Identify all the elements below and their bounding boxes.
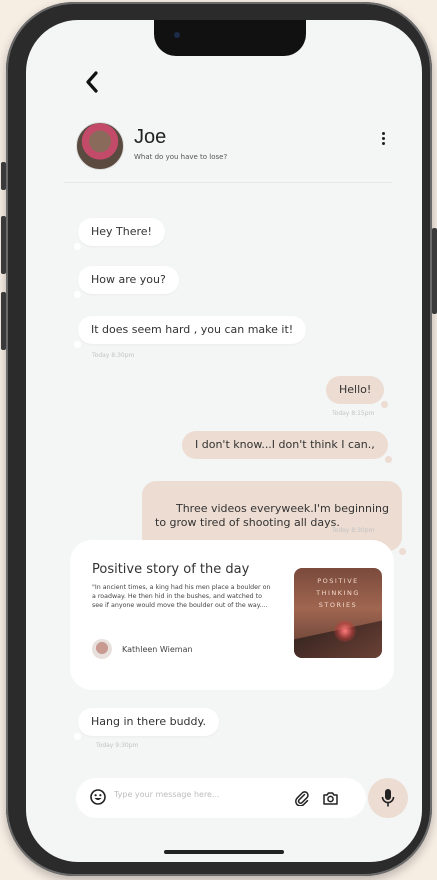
cover-caption-line: POSITIVE — [317, 577, 359, 585]
cover-caption-line: THINKING — [316, 589, 360, 597]
story-excerpt: "In ancient times, a king had his men pl… — [92, 584, 271, 609]
message-text: How are you? — [91, 273, 166, 286]
emoji-icon[interactable] — [90, 789, 106, 805]
contact-avatar[interactable] — [76, 122, 124, 170]
back-button[interactable] — [84, 70, 100, 100]
chevron-left-icon — [86, 71, 98, 93]
message-timestamp: Today 8:15pm — [332, 410, 375, 417]
message-text: It does seem hard , you can make it! — [91, 323, 294, 336]
story-cover-image[interactable]: POSITIVE THINKING STORIES — [294, 568, 382, 658]
mute-switch — [1, 162, 6, 190]
front-camera — [174, 32, 180, 38]
message-text: Hang in there buddy. — [91, 715, 206, 728]
paperclip-icon[interactable] — [294, 790, 310, 806]
more-vertical-icon[interactable] — [382, 132, 385, 145]
message-incoming[interactable]: Hey There! — [74, 218, 165, 250]
message-text: I don't know...I don't think I can., — [195, 438, 375, 451]
story-card[interactable]: Positive story of the day "In ancient ti… — [70, 540, 394, 690]
message-outgoing[interactable]: Hello! — [326, 376, 389, 408]
author-name: Kathleen Wieman — [122, 645, 193, 654]
notch — [154, 20, 306, 56]
message-text: Hello! — [339, 383, 372, 396]
message-text: Hey There! — [91, 225, 152, 238]
contact-status: What do you have to lose? — [134, 153, 228, 161]
voice-record-button[interactable] — [368, 778, 408, 818]
volume-down-button — [1, 292, 6, 350]
message-composer — [76, 778, 366, 818]
message-input[interactable] — [114, 790, 264, 799]
camera-icon[interactable] — [322, 790, 339, 806]
volume-up-button — [1, 216, 6, 274]
cover-caption-line: STORIES — [318, 601, 358, 609]
cover-light — [334, 620, 356, 642]
home-indicator[interactable] — [164, 850, 284, 854]
cover-caption: POSITIVE THINKING STORIES — [294, 575, 382, 611]
message-timestamp: Today 8:30pm — [92, 352, 135, 359]
microphone-icon — [381, 789, 395, 807]
header-divider — [64, 182, 392, 183]
message-timestamp: Today 8:30pm — [332, 527, 375, 534]
contact-name: Joe — [134, 126, 167, 148]
message-incoming[interactable]: How are you? — [74, 266, 179, 298]
message-text: Three videos everyweek.I'm beginning to … — [155, 502, 389, 529]
power-button — [432, 228, 437, 314]
story-title: Positive story of the day — [92, 562, 250, 577]
phone-frame: Joe What do you have to lose? Hey There!… — [1, 2, 437, 876]
app-screen: Joe What do you have to lose? Hey There!… — [26, 20, 422, 862]
message-timestamp: Today 9:30pm — [96, 742, 139, 749]
author-avatar — [92, 639, 112, 659]
message-outgoing[interactable]: I don't know...I don't think I can., — [182, 431, 392, 463]
message-incoming[interactable]: It does seem hard , you can make it! — [74, 316, 307, 348]
message-incoming[interactable]: Hang in there buddy. — [74, 708, 219, 740]
